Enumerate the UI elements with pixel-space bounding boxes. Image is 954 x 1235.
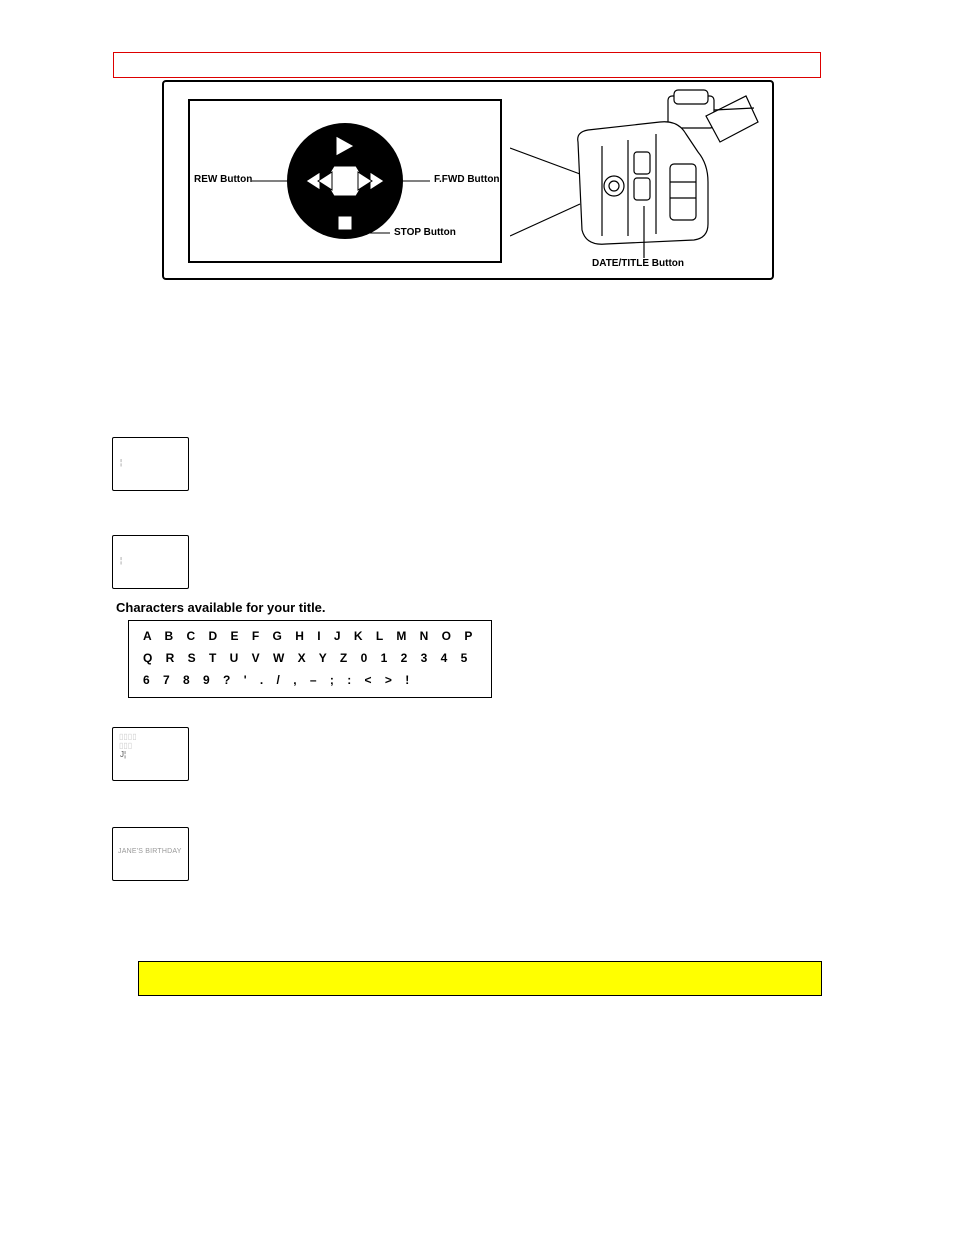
label-stop: STOP Button [394, 227, 456, 238]
chars-row-3: 6 7 8 9 ? ' . / , – ; : < > ! [143, 673, 477, 687]
cursor-3: J¦ [120, 750, 126, 759]
ghost-text: ▯▯▯▯▯▯▯ [119, 732, 179, 750]
cursor-2: ¦ [120, 556, 122, 565]
chars-row-2: Q R S T U V W X Y Z 0 1 2 3 4 5 [143, 651, 477, 665]
page: REW Button F.FWD Button STOP Button DATE… [0, 0, 954, 1235]
button-diagram: REW Button F.FWD Button STOP Button DATE… [162, 80, 774, 280]
title-preview-text: JANE'S BIRTHDAY [118, 848, 182, 855]
viewfinder-preview-4: JANE'S BIRTHDAY [112, 827, 189, 881]
highlight-bar [138, 961, 822, 996]
viewfinder-preview-3: ▯▯▯▯▯▯▯ J¦ [112, 727, 189, 781]
camcorder-illustration [510, 86, 770, 276]
chars-row-1: A B C D E F G H I J K L M N O P [143, 629, 477, 643]
viewfinder-preview-1: ¦ [112, 437, 189, 491]
control-pad-inset: REW Button F.FWD Button STOP Button [188, 99, 502, 263]
label-date-title: DATE/TITLE Button [592, 258, 684, 269]
label-ffwd: F.FWD Button [434, 174, 500, 185]
viewfinder-preview-2: ¦ [112, 535, 189, 589]
title-banner [113, 52, 821, 78]
characters-heading: Characters available for your title. [116, 600, 326, 615]
characters-table: A B C D E F G H I J K L M N O P Q R S T … [128, 620, 492, 698]
cursor-1: ¦ [120, 458, 123, 467]
label-rew: REW Button [194, 174, 252, 185]
